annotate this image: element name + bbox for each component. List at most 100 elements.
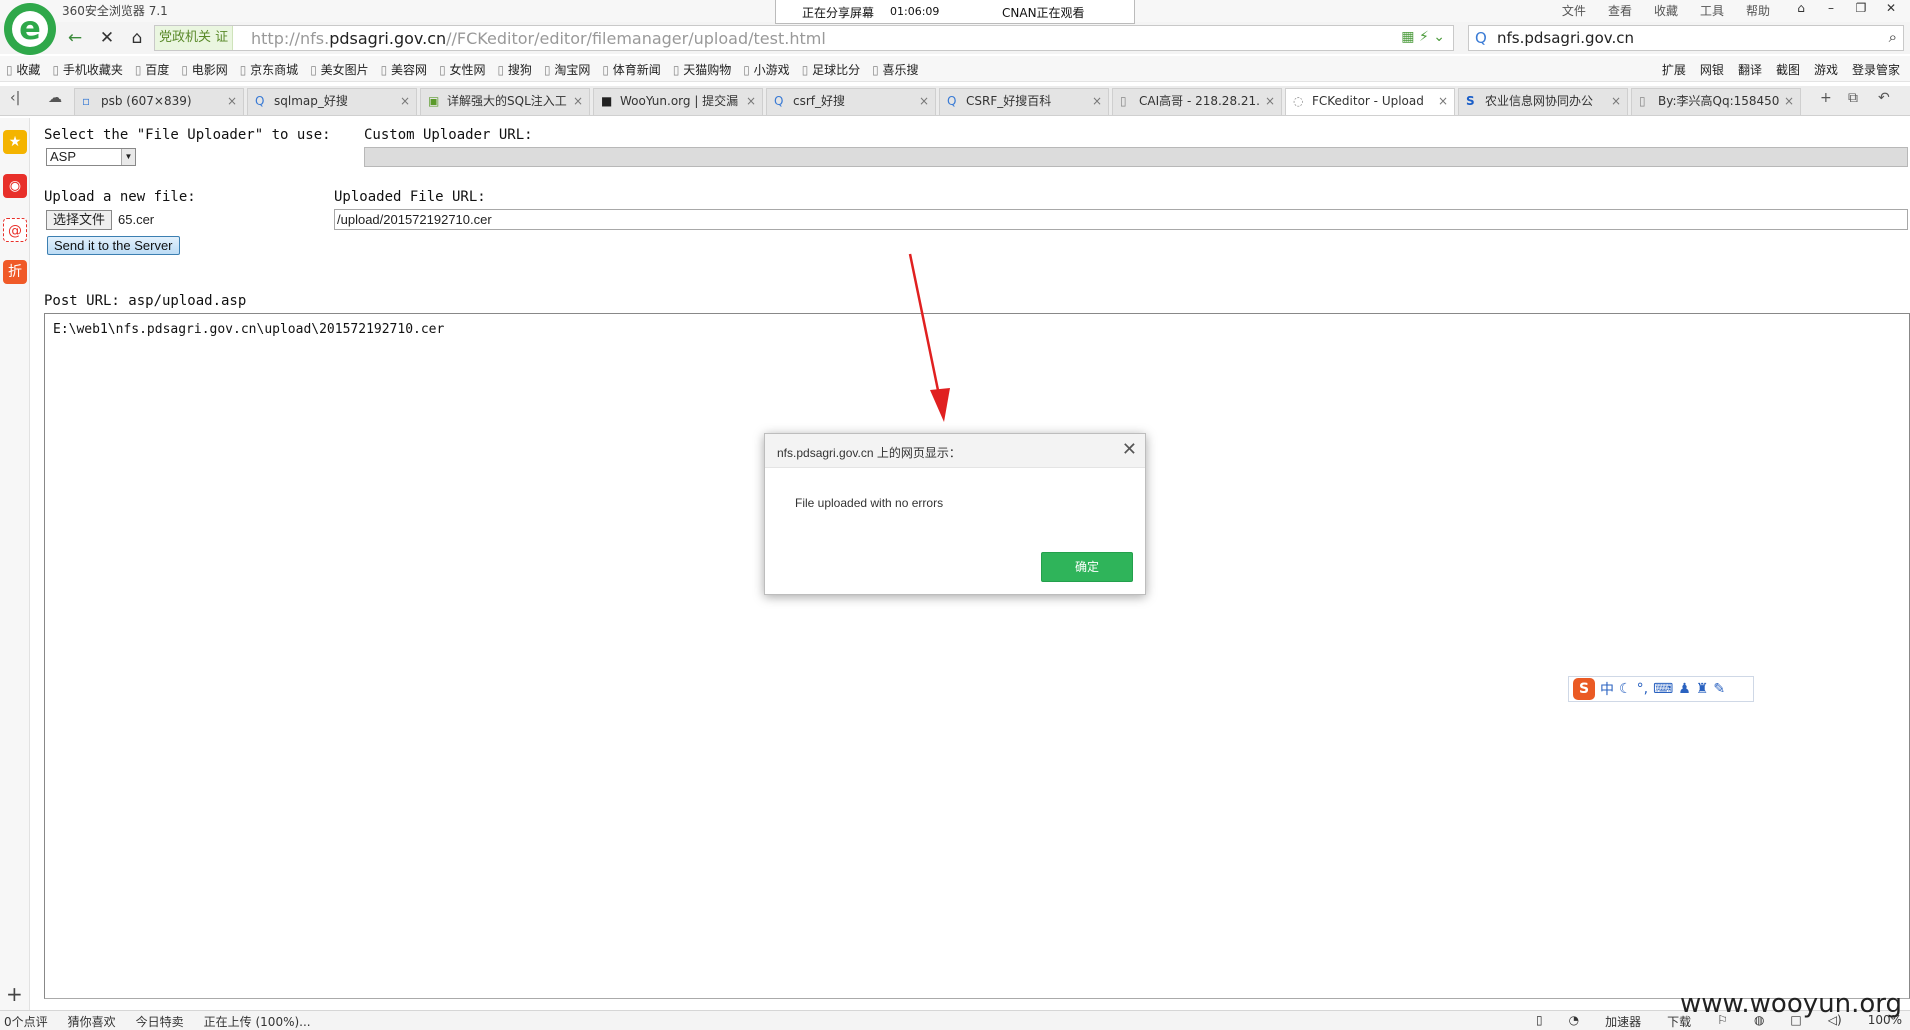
ime-mode-icon[interactable]: 中	[1600, 679, 1614, 699]
bookmarks-bar: 收藏 手机收藏夹 百度 电影网 京东商城 美女图片 美容网 女性网 搜狗 淘宝网…	[0, 56, 1910, 82]
maximize-icon[interactable]: ❐	[1846, 0, 1876, 18]
uploader-select[interactable]: ASP ▼	[46, 148, 136, 166]
weibo-icon[interactable]: ◉	[3, 174, 27, 198]
netbank-button[interactable]: 网银	[1700, 61, 1724, 78]
tab-close-icon[interactable]: ×	[1784, 89, 1794, 114]
tab-bar: ‹| ☁ ▫ psb (607×839) × Qsqlmap_好搜 × ▣ 详解强大的S…	[0, 86, 1910, 116]
uploaded-url-field[interactable]: /upload/201572192710.cer	[334, 209, 1908, 230]
translate-button[interactable]: 翻译	[1738, 61, 1762, 78]
mail-icon[interactable]: @	[3, 218, 27, 242]
tab-close-icon[interactable]: ×	[227, 89, 237, 114]
bookmark-item[interactable]: 体育新闻	[602, 61, 661, 78]
games-button[interactable]: 游戏	[1814, 61, 1838, 78]
home-icon[interactable]: ⌂	[124, 26, 150, 50]
bookmark-item[interactable]: 美女图片	[310, 61, 369, 78]
moon-icon[interactable]: ☾	[1619, 681, 1632, 697]
star-icon[interactable]: ★	[3, 130, 27, 154]
menu-tools[interactable]: 工具	[1700, 2, 1724, 19]
tab-close-icon[interactable]: ×	[746, 89, 756, 114]
accelerator-button[interactable]: 加速器	[1605, 1013, 1641, 1030]
bookmark-item[interactable]: 淘宝网	[544, 61, 590, 78]
bookmark-item[interactable]: 小游戏	[743, 61, 790, 78]
loading-status: 正在上传 (100%)...	[203, 1015, 311, 1029]
stop-icon[interactable]: ✕	[94, 26, 120, 50]
search-icon[interactable]: ⌕	[1889, 28, 1897, 46]
back-icon[interactable]: ←	[62, 26, 88, 50]
tab-close-icon[interactable]: ×	[919, 89, 929, 114]
menu-view[interactable]: 查看	[1608, 2, 1632, 19]
tab-close-icon[interactable]: ×	[1611, 89, 1621, 114]
tab-close-icon[interactable]: ×	[1092, 89, 1102, 114]
bookmark-item[interactable]: 收藏	[6, 61, 40, 78]
tab-sql-article[interactable]: ▣ 详解强大的SQL注入工 ×	[420, 88, 590, 115]
url-field[interactable]: 党政机关 证 http://nfs.pdsagri.gov.cn//FCKedi…	[154, 25, 1454, 51]
screenshot-button[interactable]: 截图	[1776, 61, 1800, 78]
tab-favicon: Q	[947, 94, 957, 108]
url-text[interactable]: http://nfs.pdsagri.gov.cn//FCKeditor/edi…	[251, 29, 826, 48]
tab-fckeditor[interactable]: ◌ FCKeditor - Upload ×	[1285, 88, 1455, 115]
restore-tabs-icon[interactable]: ⧉	[1848, 90, 1858, 106]
search-engine-icon[interactable]: Q	[1475, 29, 1487, 47]
bookmark-item[interactable]: 百度	[135, 61, 169, 78]
bookmark-item[interactable]: 喜乐搜	[872, 61, 919, 78]
phone-icon[interactable]: ▯	[1536, 1013, 1543, 1030]
tab-cai[interactable]: ▯ CAI高哥 - 218.28.21. ×	[1112, 88, 1282, 115]
discount-icon[interactable]: 折	[3, 260, 27, 284]
tab-close-icon[interactable]: ×	[1438, 89, 1448, 114]
choose-file-button[interactable]: 选择文件	[46, 210, 113, 230]
bookmark-item[interactable]: 搜狗	[498, 61, 532, 78]
url-speed-icon[interactable]: ▦ ⚡ ⌄	[1401, 29, 1445, 45]
custom-url-label: Custom Uploader URL:	[364, 127, 533, 143]
bookmark-item[interactable]: 女性网	[439, 61, 485, 78]
bookmark-list: 收藏 手机收藏夹 百度 电影网 京东商城 美女图片 美容网 女性网 搜狗 淘宝网…	[6, 61, 919, 78]
login-manager-button[interactable]: 登录管家	[1852, 61, 1900, 78]
menu-favorites[interactable]: 收藏	[1654, 2, 1678, 19]
send-to-server-button[interactable]: Send it to the Server	[47, 236, 180, 255]
menu-help[interactable]: 帮助	[1746, 2, 1770, 19]
bookmark-item[interactable]: 电影网	[181, 61, 228, 78]
guess-like-link[interactable]: 猜你喜欢	[68, 1013, 116, 1030]
keyboard-icon[interactable]: ⌨	[1653, 681, 1673, 697]
tab-csrf[interactable]: Qcsrf_好搜 ×	[766, 88, 936, 115]
watermark: www.wooyun.org	[1679, 989, 1902, 1019]
wrench-icon[interactable]: ✎	[1713, 681, 1725, 697]
extensions-button[interactable]: 扩展	[1662, 61, 1686, 78]
tab-psb[interactable]: ▫ psb (607×839) ×	[74, 88, 244, 115]
bookmark-item[interactable]: 手机收藏夹	[52, 61, 123, 78]
tab-close-icon[interactable]: ×	[573, 89, 583, 114]
cloud-icon[interactable]: ☁	[48, 90, 62, 106]
minimize-icon[interactable]: –	[1816, 0, 1846, 18]
search-input[interactable]: Q nfs.pdsagri.gov.cn ⌕	[1468, 25, 1904, 51]
tab-sqlmap[interactable]: Qsqlmap_好搜 ×	[247, 88, 417, 115]
ok-button[interactable]: 确定	[1041, 552, 1133, 582]
tab-nongye[interactable]: S 农业信息网协同办公 ×	[1458, 88, 1628, 115]
undo-close-icon[interactable]: ↶	[1878, 90, 1890, 106]
bookmark-item[interactable]: 京东商城	[240, 61, 298, 78]
bookmark-item[interactable]: 足球比分	[802, 61, 860, 78]
gov-badge[interactable]: 党政机关 证	[155, 26, 234, 50]
bookmark-item[interactable]: 天猫购物	[673, 61, 731, 78]
bookmark-item[interactable]: 美容网	[381, 61, 427, 78]
menu-file[interactable]: 文件	[1562, 2, 1586, 19]
speed-icon[interactable]: ◔	[1569, 1013, 1579, 1030]
tab-wooyun[interactable]: ■ WooYun.org | 提交漏 ×	[593, 88, 763, 115]
close-icon[interactable]: ✕	[1876, 0, 1906, 18]
add-sidebar-icon[interactable]: +	[6, 982, 23, 1006]
skin-icon[interactable]: ⌂	[1786, 0, 1816, 18]
comments-status[interactable]: 0个点评	[4, 1013, 48, 1030]
skin-shirt-icon[interactable]: ♜	[1696, 681, 1709, 697]
ime-toolbar[interactable]: S 中 ☾ °, ⌨ ♟ ♜ ✎	[1568, 676, 1754, 702]
close-icon[interactable]: ✕	[1122, 439, 1137, 460]
tab-close-icon[interactable]: ×	[1265, 89, 1275, 114]
punctuation-icon[interactable]: °,	[1637, 681, 1648, 697]
browser-logo-icon[interactable]: e	[4, 3, 56, 55]
daily-deals-link[interactable]: 今日特卖	[136, 1013, 184, 1030]
tab-by-li[interactable]: ▯ By:李兴高Qq:158450 ×	[1631, 88, 1801, 115]
user-icon[interactable]: ♟	[1678, 681, 1691, 697]
tab-csrf-baike[interactable]: Q CSRF_好搜百科 ×	[939, 88, 1109, 115]
tab-list-icon[interactable]: ‹|	[10, 90, 20, 106]
new-tab-icon[interactable]: +	[1820, 90, 1832, 106]
tab-close-icon[interactable]: ×	[400, 89, 410, 114]
sogou-icon[interactable]: S	[1573, 678, 1595, 700]
loading-icon: ◌	[1293, 94, 1304, 108]
